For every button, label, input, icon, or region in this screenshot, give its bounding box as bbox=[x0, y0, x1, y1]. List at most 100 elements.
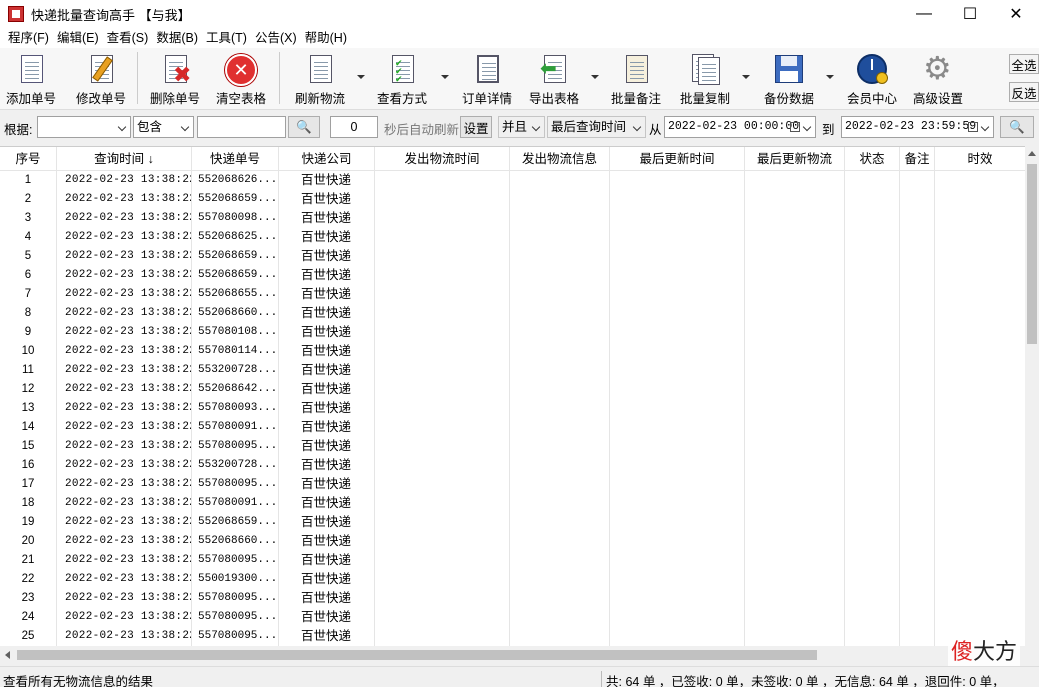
table-row[interactable]: 18 2022-02-23 13:38:22 557080091... 百世快递 bbox=[0, 494, 1025, 513]
header-index[interactable]: 序号 bbox=[0, 147, 57, 171]
table-row[interactable]: 16 2022-02-23 13:38:22 553200728... 百世快递 bbox=[0, 456, 1025, 475]
table-row[interactable]: 3 2022-02-23 13:38:22 557080098... 百世快递 bbox=[0, 209, 1025, 228]
set-interval-button[interactable]: 设置 bbox=[460, 116, 492, 138]
maximize-button[interactable]: ☐ bbox=[947, 0, 993, 28]
logic-select[interactable]: 并且 bbox=[498, 116, 545, 138]
table-row[interactable]: 1 2022-02-23 13:38:22 552068626... 百世快递 bbox=[0, 171, 1025, 190]
menu-tools[interactable]: 工具(T) bbox=[202, 28, 251, 48]
cell-last-update-time bbox=[610, 399, 745, 418]
table-row[interactable]: 23 2022-02-23 13:38:22 557080095... 百世快递 bbox=[0, 589, 1025, 608]
vertical-scroll-thumb[interactable] bbox=[1027, 164, 1037, 344]
filter-field-select[interactable] bbox=[37, 116, 131, 138]
header-ship-time[interactable]: 发出物流时间 bbox=[375, 147, 510, 171]
menu-program[interactable]: 程序(F) bbox=[4, 28, 53, 48]
export-table-button[interactable]: ⬅ 导出表格 bbox=[526, 50, 582, 108]
header-last-update-info[interactable]: 最后更新物流 bbox=[745, 147, 845, 171]
table-row[interactable]: 21 2022-02-23 13:38:22 557080095... 百世快递 bbox=[0, 551, 1025, 570]
cell-index: 3 bbox=[0, 209, 57, 228]
edit-waybill-button[interactable]: 修改单号 bbox=[74, 50, 128, 108]
table-row[interactable]: 2 2022-02-23 13:38:22 552068659... 百世快递 bbox=[0, 190, 1025, 209]
cell-ship-time bbox=[375, 608, 510, 627]
view-dropdown-arrow-icon[interactable] bbox=[441, 75, 449, 79]
advanced-settings-button[interactable]: ⚙ 高级设置 bbox=[910, 50, 966, 108]
menu-data[interactable]: 数据(B) bbox=[152, 28, 202, 48]
table-row[interactable]: 14 2022-02-23 13:38:22 557080091... 百世快递 bbox=[0, 418, 1025, 437]
header-timeliness[interactable]: 时效 bbox=[935, 147, 1025, 171]
cell-courier: 百世快递 bbox=[279, 323, 375, 342]
horizontal-scroll-thumb[interactable] bbox=[17, 650, 817, 660]
backup-dropdown-arrow-icon[interactable] bbox=[826, 75, 834, 79]
match-mode-select[interactable]: 包含 bbox=[133, 116, 194, 138]
refresh-interval-input[interactable]: 0 bbox=[330, 116, 378, 138]
backup-data-button[interactable]: 备份数据 bbox=[760, 50, 818, 108]
keyword-input[interactable] bbox=[197, 116, 286, 138]
cell-query-time: 2022-02-23 13:38:22 bbox=[57, 323, 192, 342]
minimize-button[interactable]: — bbox=[901, 0, 947, 28]
add-waybill-button[interactable]: 添加单号 bbox=[4, 50, 58, 108]
cell-last-update-info bbox=[745, 323, 845, 342]
menu-view[interactable]: 查看(S) bbox=[103, 28, 153, 48]
table-row[interactable]: 24 2022-02-23 13:38:22 557080095... 百世快递 bbox=[0, 608, 1025, 627]
header-ship-info[interactable]: 发出物流信息 bbox=[510, 147, 610, 171]
cell-courier: 百世快递 bbox=[279, 380, 375, 399]
table-row[interactable]: 12 2022-02-23 13:38:22 552068642... 百世快递 bbox=[0, 380, 1025, 399]
table-row[interactable]: 10 2022-02-23 13:38:22 557080114... 百世快递 bbox=[0, 342, 1025, 361]
table-row[interactable]: 25 2022-02-23 13:38:22 557080095... 百世快递 bbox=[0, 627, 1025, 646]
header-status[interactable]: 状态 bbox=[845, 147, 900, 171]
order-detail-button[interactable]: 订单详情 bbox=[458, 50, 516, 108]
close-button[interactable]: ✕ bbox=[993, 0, 1039, 28]
scroll-left-arrow-icon[interactable] bbox=[5, 651, 10, 659]
table-row[interactable]: 4 2022-02-23 13:38:22 552068625... 百世快递 bbox=[0, 228, 1025, 247]
vertical-scrollbar[interactable] bbox=[1025, 146, 1039, 646]
batch-copy-button[interactable]: 批量复制 bbox=[676, 50, 734, 108]
cell-index: 15 bbox=[0, 437, 57, 456]
cell-last-update-time bbox=[610, 247, 745, 266]
search-button[interactable]: 🔍 bbox=[288, 116, 320, 138]
export-dropdown-arrow-icon[interactable] bbox=[591, 75, 599, 79]
table-row[interactable]: 6 2022-02-23 13:38:22 552068659... 百世快递 bbox=[0, 266, 1025, 285]
to-datetime-picker[interactable]: 2022-02-23 23:59:59 bbox=[841, 116, 994, 138]
delete-waybill-button[interactable]: ✖ 删除单号 bbox=[148, 50, 202, 108]
header-waybill-no[interactable]: 快递单号 bbox=[192, 147, 279, 171]
table-row[interactable]: 17 2022-02-23 13:38:22 557080095... 百世快递 bbox=[0, 475, 1025, 494]
header-note[interactable]: 备注 bbox=[900, 147, 935, 171]
menu-edit[interactable]: 编辑(E) bbox=[53, 28, 103, 48]
horizontal-scrollbar[interactable] bbox=[0, 646, 1039, 664]
header-courier[interactable]: 快递公司 bbox=[279, 147, 375, 171]
menu-notice[interactable]: 公告(X) bbox=[251, 28, 301, 48]
chevron-down-icon bbox=[531, 122, 541, 132]
search-icon: 🔍 bbox=[296, 119, 312, 134]
member-center-button[interactable]: 会员中心 bbox=[843, 50, 901, 108]
table-row[interactable]: 13 2022-02-23 13:38:22 557080093... 百世快递 bbox=[0, 399, 1025, 418]
date-search-button[interactable]: 🔍 bbox=[1000, 116, 1034, 138]
clear-table-button[interactable]: ✕ 清空表格 bbox=[214, 50, 268, 108]
table-row[interactable]: 15 2022-02-23 13:38:22 557080095... 百世快递 bbox=[0, 437, 1025, 456]
table-row[interactable]: 9 2022-02-23 13:38:22 557080108... 百世快递 bbox=[0, 323, 1025, 342]
refresh-dropdown-arrow-icon[interactable] bbox=[357, 75, 365, 79]
from-datetime-picker[interactable]: 2022-02-23 00:00:00 bbox=[664, 116, 816, 138]
table-row[interactable]: 20 2022-02-23 13:38:22 552068660... 百世快递 bbox=[0, 532, 1025, 551]
view-mode-button[interactable]: ✔ ✔ ✔ 查看方式 bbox=[372, 50, 432, 108]
cell-waybill-no: 557080095... bbox=[192, 608, 279, 627]
refresh-logistics-button[interactable]: 刷新物流 bbox=[290, 50, 350, 108]
header-last-update-time[interactable]: 最后更新时间 bbox=[610, 147, 745, 171]
table-row[interactable]: 11 2022-02-23 13:38:22 553200728... 百世快递 bbox=[0, 361, 1025, 380]
waybill-table[interactable]: 序号 查询时间 ↓ 快递单号 快递公司 发出物流时间 发出物流信息 最后更新时间… bbox=[0, 146, 1025, 646]
invert-selection-button[interactable]: 反选 bbox=[1009, 82, 1039, 102]
cell-status bbox=[845, 285, 900, 304]
scroll-up-arrow-icon[interactable] bbox=[1028, 151, 1036, 156]
table-row[interactable]: 8 2022-02-23 13:38:22 552068660... 百世快递 bbox=[0, 304, 1025, 323]
cell-last-update-time bbox=[610, 437, 745, 456]
menu-help[interactable]: 帮助(H) bbox=[301, 28, 351, 48]
select-all-button[interactable]: 全选 bbox=[1009, 54, 1039, 74]
table-row[interactable]: 7 2022-02-23 13:38:22 552068655... 百世快递 bbox=[0, 285, 1025, 304]
cell-status bbox=[845, 513, 900, 532]
header-query-time[interactable]: 查询时间 ↓ bbox=[57, 147, 192, 171]
time-field-select[interactable]: 最后查询时间 bbox=[547, 116, 646, 138]
table-row[interactable]: 5 2022-02-23 13:38:22 552068659... 百世快递 bbox=[0, 247, 1025, 266]
table-row[interactable]: 22 2022-02-23 13:38:22 550019300... 百世快递 bbox=[0, 570, 1025, 589]
copy-dropdown-arrow-icon[interactable] bbox=[742, 75, 750, 79]
batch-note-button[interactable]: 批量备注 bbox=[608, 50, 664, 108]
chevron-down-icon bbox=[180, 122, 190, 132]
table-row[interactable]: 19 2022-02-23 13:38:22 552068659... 百世快递 bbox=[0, 513, 1025, 532]
